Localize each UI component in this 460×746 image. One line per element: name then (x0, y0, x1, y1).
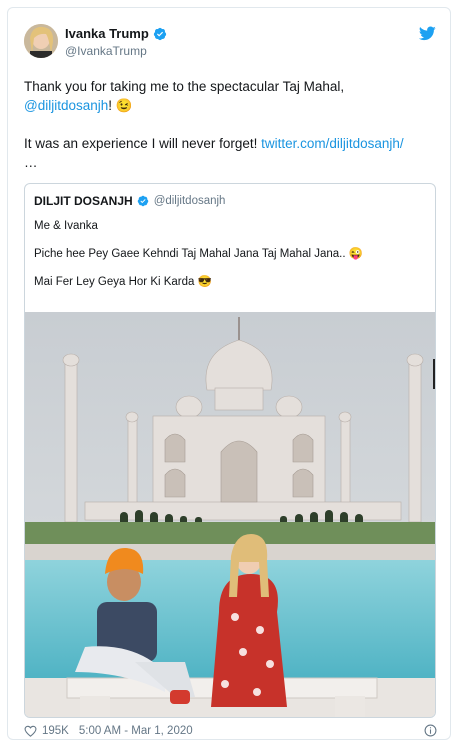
twitter-bird-icon[interactable] (419, 26, 436, 41)
tweet-line-mention: @diljitdosanjh! 😉 (24, 96, 436, 115)
tweet-text: Thank you for taking me to the spectacul… (24, 77, 436, 172)
quoted-line: Me & Ivanka (34, 220, 98, 232)
quoted-line: Piche hee Pey Gaee Kehndi Taj Mahal Jana… (34, 248, 364, 260)
timestamp[interactable]: 5:00 AM - Mar 1, 2020 (79, 725, 193, 737)
tweet-line-1-text: Thank you for taking me to the spectacul… (24, 79, 345, 94)
quoted-text: Me & Ivanka Piche hee Pey Gaee Kehndi Ta… (34, 218, 428, 302)
quoted-author-name[interactable]: DILJIT DOSANJH (34, 194, 133, 208)
like-count[interactable]: 195K (42, 725, 69, 737)
embedded-tweet-card: Ivanka Trump @IvankaTrump Thank you for … (7, 7, 451, 740)
avatar-image (24, 24, 58, 58)
tweet-line-2: It was an experience I will never forget… (24, 134, 436, 153)
tweet-footer: 195K 5:00 AM - Mar 1, 2020 (24, 725, 193, 737)
tweet-url-link[interactable]: twitter.com/diljitdosanjh/ (261, 136, 404, 151)
verified-badge-icon (137, 195, 148, 207)
tweet-ellipsis: … (24, 155, 38, 170)
mention-suffix: ! 😉 (108, 98, 133, 113)
author-handle[interactable]: @IvankaTrump (65, 44, 147, 58)
author-name-row[interactable]: Ivanka Trump (65, 26, 167, 41)
mention-link[interactable]: @diljitdosanjh (24, 98, 108, 113)
quoted-tweet[interactable]: DILJIT DOSANJH @diljitdosanjh Me & Ivank… (24, 183, 436, 718)
verified-badge-icon (153, 27, 166, 40)
quoted-photo[interactable] (25, 312, 435, 717)
info-icon[interactable] (424, 724, 437, 737)
author-name[interactable]: Ivanka Trump (65, 26, 149, 41)
quoted-author-handle[interactable]: @diljitdosanjh (154, 195, 226, 207)
avatar[interactable] (24, 24, 58, 58)
tweet-line-1: Thank you for taking me to the spectacul… (24, 77, 436, 96)
heart-icon[interactable] (24, 725, 37, 737)
quoted-author-row: DILJIT DOSANJH @diljitdosanjh (34, 194, 225, 208)
quoted-line: Mai Fer Ley Geya Hor Ki Karda 😎 (34, 276, 212, 288)
tweet-line-2-text: It was an experience I will never forget… (24, 136, 262, 151)
